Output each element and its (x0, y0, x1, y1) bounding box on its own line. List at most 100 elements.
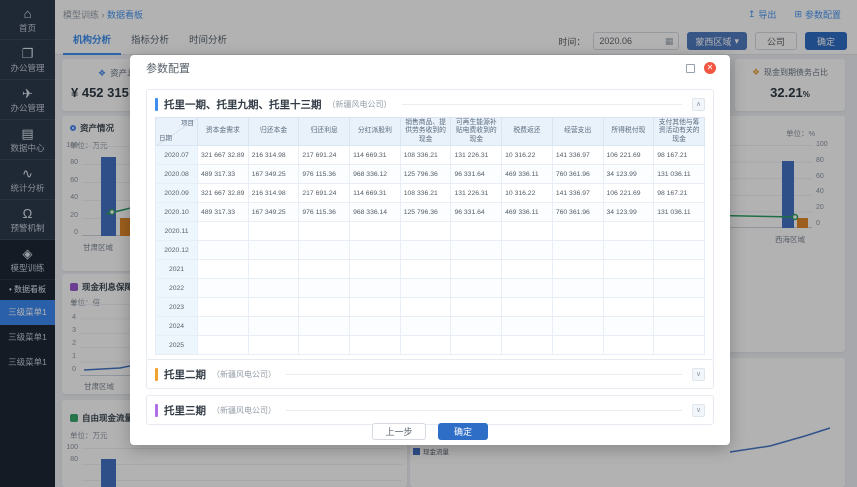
previous-step-button[interactable]: 上一步 (372, 423, 426, 440)
value-cell[interactable]: 167 349.25 (247, 164, 300, 185)
value-cell[interactable]: 131 036.11 (653, 202, 705, 223)
value-cell[interactable] (602, 278, 655, 299)
value-cell[interactable]: 167 349.25 (247, 202, 300, 223)
value-cell[interactable] (247, 316, 300, 337)
value-cell[interactable] (349, 316, 401, 337)
value-cell[interactable] (298, 297, 351, 318)
value-cell[interactable]: 98 167.21 (653, 183, 705, 204)
value-cell[interactable]: 98 167.21 (653, 145, 705, 166)
value-cell[interactable]: 217 691.24 (298, 145, 351, 166)
value-cell[interactable]: 114 669.31 (349, 183, 401, 204)
value-cell[interactable]: 976 115.36 (298, 164, 351, 185)
collapse-up-icon[interactable]: ∧ (692, 97, 705, 111)
value-cell[interactable] (349, 259, 401, 280)
value-cell[interactable] (602, 335, 655, 356)
value-cell[interactable] (551, 335, 604, 356)
expand-down-icon[interactable]: ∨ (692, 403, 705, 417)
value-cell[interactable] (197, 297, 249, 318)
value-cell[interactable]: 106 221.69 (602, 145, 655, 166)
value-cell[interactable]: 125 796.36 (399, 164, 452, 185)
value-cell[interactable] (551, 278, 604, 299)
value-cell[interactable] (450, 240, 503, 261)
expand-down-icon[interactable]: ∨ (692, 367, 705, 381)
value-cell[interactable] (501, 335, 553, 356)
value-cell[interactable] (399, 221, 452, 242)
close-icon[interactable]: ✕ (704, 62, 716, 74)
value-cell[interactable] (197, 221, 249, 242)
value-cell[interactable] (247, 297, 300, 318)
value-cell[interactable]: 760 361.96 (551, 202, 604, 223)
value-cell[interactable] (298, 240, 351, 261)
value-cell[interactable] (197, 335, 249, 356)
value-cell[interactable] (653, 278, 705, 299)
value-cell[interactable] (602, 259, 655, 280)
value-cell[interactable]: 10 316.22 (501, 145, 553, 166)
value-cell[interactable]: 96 331.64 (450, 202, 503, 223)
value-cell[interactable]: 131 226.31 (450, 183, 503, 204)
value-cell[interactable] (298, 278, 351, 299)
value-cell[interactable] (653, 259, 705, 280)
value-cell[interactable] (399, 316, 452, 337)
value-cell[interactable] (247, 240, 300, 261)
value-cell[interactable]: 976 115.36 (298, 202, 351, 223)
value-cell[interactable] (602, 221, 655, 242)
value-cell[interactable] (399, 278, 452, 299)
value-cell[interactable] (653, 221, 705, 242)
value-cell[interactable]: 141 336.97 (551, 183, 604, 204)
value-cell[interactable] (197, 316, 249, 337)
value-cell[interactable] (197, 259, 249, 280)
fullscreen-icon[interactable] (686, 63, 695, 73)
value-cell[interactable]: 968 336.14 (349, 202, 401, 223)
value-cell[interactable]: 216 314.98 (247, 145, 300, 166)
value-cell[interactable]: 34 123.99 (602, 202, 655, 223)
value-cell[interactable] (653, 297, 705, 318)
value-cell[interactable] (349, 335, 401, 356)
value-cell[interactable] (501, 221, 553, 242)
value-cell[interactable] (551, 240, 604, 261)
value-cell[interactable]: 321 667 32.89 (197, 145, 249, 166)
value-cell[interactable]: 469 336.11 (501, 202, 553, 223)
value-cell[interactable] (197, 278, 249, 299)
value-cell[interactable]: 131 036.11 (653, 164, 705, 185)
value-cell[interactable] (349, 297, 401, 318)
value-cell[interactable]: 141 336.97 (551, 145, 604, 166)
value-cell[interactable] (501, 259, 553, 280)
value-cell[interactable] (349, 240, 401, 261)
value-cell[interactable] (298, 335, 351, 356)
value-cell[interactable] (551, 297, 604, 318)
value-cell[interactable] (298, 259, 351, 280)
value-cell[interactable] (450, 278, 503, 299)
value-cell[interactable]: 125 796.36 (399, 202, 452, 223)
value-cell[interactable]: 114 669.31 (349, 145, 401, 166)
value-cell[interactable]: 10 316.22 (501, 183, 553, 204)
value-cell[interactable]: 131 226.31 (450, 145, 503, 166)
value-cell[interactable] (602, 240, 655, 261)
value-cell[interactable] (399, 259, 452, 280)
value-cell[interactable]: 106 221.69 (602, 183, 655, 204)
value-cell[interactable]: 96 331.64 (450, 164, 503, 185)
value-cell[interactable] (551, 316, 604, 337)
value-cell[interactable] (653, 240, 705, 261)
value-cell[interactable]: 968 336.12 (349, 164, 401, 185)
value-cell[interactable]: 489 317.33 (197, 164, 249, 185)
value-cell[interactable] (653, 335, 705, 356)
value-cell[interactable] (247, 259, 300, 280)
value-cell[interactable] (501, 278, 553, 299)
value-cell[interactable] (298, 316, 351, 337)
value-cell[interactable] (399, 240, 452, 261)
value-cell[interactable] (450, 297, 503, 318)
value-cell[interactable]: 108 336.21 (399, 183, 452, 204)
modal-confirm-button[interactable]: 确定 (438, 423, 488, 440)
value-cell[interactable]: 34 123.99 (602, 164, 655, 185)
value-cell[interactable] (551, 221, 604, 242)
value-cell[interactable] (247, 335, 300, 356)
value-cell[interactable] (197, 240, 249, 261)
value-cell[interactable] (450, 335, 503, 356)
value-cell[interactable] (450, 316, 503, 337)
value-cell[interactable] (501, 297, 553, 318)
value-cell[interactable] (450, 221, 503, 242)
value-cell[interactable] (602, 297, 655, 318)
value-cell[interactable]: 108 336.21 (399, 145, 452, 166)
value-cell[interactable] (247, 278, 300, 299)
value-cell[interactable] (399, 297, 452, 318)
